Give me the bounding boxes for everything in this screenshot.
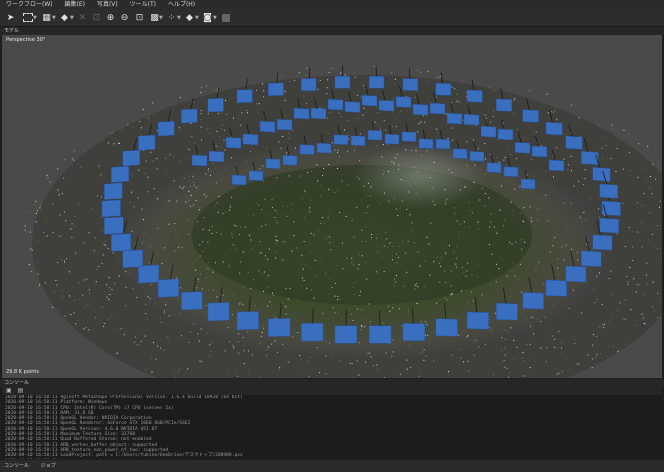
select-rect-icon[interactable] — [22, 12, 33, 23]
console-header: コンソール — [0, 379, 664, 387]
delete-icon[interactable]: ✕ — [77, 12, 88, 23]
save-icon[interactable]: ▣ — [6, 387, 12, 394]
chevron-down-icon[interactable]: ▼ — [213, 15, 217, 21]
menu-help[interactable]: ヘルプ(H) — [168, 0, 195, 9]
clear-icon[interactable]: ▤ — [18, 387, 24, 394]
viewport-label: Perspective 30° — [6, 37, 46, 43]
zoom-in-icon[interactable]: ⊕ — [105, 12, 116, 23]
zoom-out-icon[interactable]: ⊖ — [119, 12, 130, 23]
menu-edit[interactable]: 編集(E) — [65, 0, 85, 9]
chevron-down-icon[interactable]: ▼ — [52, 15, 56, 21]
shading-icon[interactable]: ◆ — [184, 12, 195, 23]
toolbar: ➤ ▼ ▦ ▼ ◆ ▼ ✕ ⊡ ⊕ ⊖ ⊡ ▩ ▼ ⁘ ▼ ◆ ▼ ◙ ▼ — [0, 9, 664, 27]
model-icon[interactable]: ▦ — [41, 12, 52, 23]
camera-icon[interactable]: ◙ — [202, 12, 213, 23]
chevron-down-icon[interactable]: ▼ — [177, 15, 181, 21]
menu-photo[interactable]: 写真(V) — [97, 0, 118, 9]
chevron-down-icon[interactable]: ▼ — [159, 15, 163, 21]
tab-console[interactable]: コンソール — [4, 463, 29, 469]
chevron-down-icon[interactable]: ▼ — [70, 15, 74, 21]
chevron-down-icon[interactable]: ▼ — [195, 15, 199, 21]
console-log: 2020-09-10 16:58:11 Agisoft Metashape Pr… — [2, 395, 662, 459]
chevron-down-icon[interactable]: ▼ — [33, 15, 37, 21]
panel-title: モデル — [4, 28, 20, 34]
points-icon[interactable]: ⁘ — [166, 12, 177, 23]
menu-bar: ワークフロー(W) 編集(E) 写真(V) ツール(T) ヘルプ(H) — [0, 0, 664, 9]
bottom-tabs: コンソール ジョブ — [0, 460, 664, 472]
console-toolbar: ▣ ▤ — [2, 387, 662, 395]
cursor-icon[interactable]: ➤ — [5, 12, 16, 23]
paint-icon[interactable]: ◆ — [59, 12, 70, 23]
point-count: 29,8 K points — [6, 369, 39, 375]
scene-render[interactable] — [2, 35, 662, 378]
panel-header: モデル — [0, 27, 664, 35]
crop-icon[interactable]: ⊡ — [91, 12, 102, 23]
tab-jobs[interactable]: ジョブ — [41, 463, 56, 469]
menu-tools[interactable]: ツール(T) — [130, 0, 156, 9]
toggle-icon[interactable] — [220, 12, 231, 23]
menu-workflow[interactable]: ワークフロー(W) — [6, 0, 53, 9]
model-viewport[interactable]: Perspective 30° 29,8 K points — [2, 35, 662, 378]
console-title: コンソール — [4, 380, 30, 386]
fit-view-icon[interactable]: ⊡ — [134, 12, 145, 23]
